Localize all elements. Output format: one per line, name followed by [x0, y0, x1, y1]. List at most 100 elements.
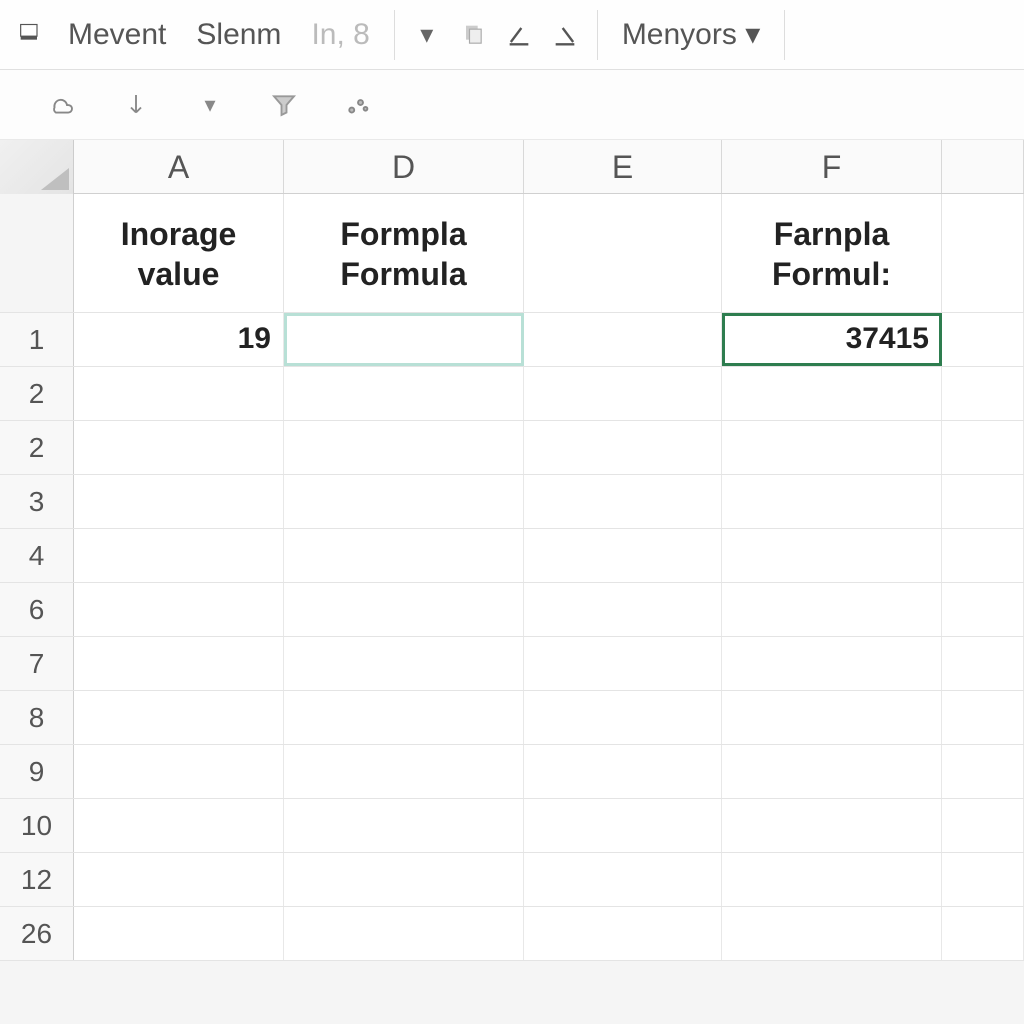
- cell-F1[interactable]: 37415: [722, 313, 942, 366]
- cell[interactable]: [942, 637, 1024, 690]
- cell[interactable]: [74, 637, 284, 690]
- cell-E1[interactable]: [524, 313, 722, 366]
- cell[interactable]: [942, 421, 1024, 474]
- cell[interactable]: [74, 529, 284, 582]
- row-header[interactable]: 2: [0, 367, 74, 420]
- cell[interactable]: [524, 745, 722, 798]
- cell[interactable]: [74, 745, 284, 798]
- col-header-F[interactable]: F: [722, 140, 942, 193]
- underline-right-icon[interactable]: [545, 15, 585, 55]
- cell[interactable]: [524, 907, 722, 960]
- cell[interactable]: [284, 583, 524, 636]
- cell[interactable]: [524, 583, 722, 636]
- cell[interactable]: [524, 637, 722, 690]
- row-header[interactable]: 9: [0, 745, 74, 798]
- cell[interactable]: [524, 799, 722, 852]
- cell[interactable]: [942, 367, 1024, 420]
- col-header-next[interactable]: [942, 140, 1024, 193]
- table-row: 2: [0, 367, 1024, 421]
- cell[interactable]: [942, 691, 1024, 744]
- row-header[interactable]: 2: [0, 421, 74, 474]
- cell[interactable]: [284, 907, 524, 960]
- ribbon-item-mevent[interactable]: Mevent: [56, 14, 178, 56]
- chevron-down-icon[interactable]: ▾: [407, 15, 447, 55]
- cell[interactable]: [722, 421, 942, 474]
- cell[interactable]: [942, 853, 1024, 906]
- cell[interactable]: [74, 853, 284, 906]
- row-header[interactable]: 8: [0, 691, 74, 744]
- cell[interactable]: [74, 367, 284, 420]
- cell[interactable]: [74, 421, 284, 474]
- sort-arrow-icon[interactable]: [114, 83, 158, 127]
- cell[interactable]: [284, 853, 524, 906]
- col-header-A[interactable]: A: [74, 140, 284, 193]
- cell[interactable]: [284, 691, 524, 744]
- cell[interactable]: [942, 907, 1024, 960]
- cell[interactable]: [722, 583, 942, 636]
- cell-G1[interactable]: [942, 313, 1024, 366]
- copy-icon[interactable]: [453, 15, 493, 55]
- filter-funnel-icon[interactable]: [262, 83, 306, 127]
- ribbon-item-in8[interactable]: In, 8: [299, 14, 381, 56]
- col-header-E[interactable]: E: [524, 140, 722, 193]
- cell[interactable]: [524, 367, 722, 420]
- row-header[interactable]: 26: [0, 907, 74, 960]
- cell[interactable]: [284, 745, 524, 798]
- cell[interactable]: [524, 691, 722, 744]
- cell[interactable]: [722, 745, 942, 798]
- cell[interactable]: [74, 799, 284, 852]
- row-header-1[interactable]: 1: [0, 313, 74, 366]
- cell[interactable]: [524, 529, 722, 582]
- cell[interactable]: [524, 853, 722, 906]
- cell[interactable]: [524, 475, 722, 528]
- row-header[interactable]: 4: [0, 529, 74, 582]
- col-header-D[interactable]: D: [284, 140, 524, 193]
- cell[interactable]: [722, 691, 942, 744]
- header-cell-A[interactable]: Inorage value: [74, 194, 284, 312]
- cell-D1[interactable]: [284, 313, 524, 366]
- header-cell-E[interactable]: [524, 194, 722, 312]
- scatter-icon[interactable]: [336, 83, 380, 127]
- select-all-corner[interactable]: [0, 140, 74, 194]
- cell[interactable]: [524, 421, 722, 474]
- cell[interactable]: [284, 421, 524, 474]
- cell[interactable]: [722, 475, 942, 528]
- cell[interactable]: [284, 529, 524, 582]
- row-header[interactable]: 10: [0, 799, 74, 852]
- row-header[interactable]: 12: [0, 853, 74, 906]
- chevron-down-icon[interactable]: ▾: [188, 83, 232, 127]
- cell[interactable]: [284, 637, 524, 690]
- row-header-blank[interactable]: [0, 194, 74, 312]
- underline-left-icon[interactable]: [499, 15, 539, 55]
- row-header[interactable]: 7: [0, 637, 74, 690]
- cloud-sync-icon[interactable]: [40, 83, 84, 127]
- cell[interactable]: [74, 907, 284, 960]
- header-cell-F[interactable]: Farnpla Formul:: [722, 194, 942, 312]
- cell[interactable]: [74, 691, 284, 744]
- cell[interactable]: [942, 475, 1024, 528]
- spreadsheet-grid[interactable]: A D E F Inorage value Formpla Formula Fa…: [0, 140, 1024, 961]
- cell[interactable]: [284, 475, 524, 528]
- cell[interactable]: [722, 853, 942, 906]
- cell[interactable]: [722, 367, 942, 420]
- cell[interactable]: [74, 475, 284, 528]
- header-cell-next[interactable]: [942, 194, 1024, 312]
- ribbon-item-slenm[interactable]: Slenm: [184, 14, 293, 56]
- cell[interactable]: [722, 907, 942, 960]
- row-header[interactable]: 3: [0, 475, 74, 528]
- cell[interactable]: [942, 799, 1024, 852]
- cell-A1[interactable]: 19: [74, 313, 284, 366]
- ribbon-item-menyors[interactable]: Menyors ▾: [610, 13, 772, 56]
- cell[interactable]: [942, 745, 1024, 798]
- cell[interactable]: [722, 799, 942, 852]
- cell[interactable]: [722, 529, 942, 582]
- cell[interactable]: [284, 367, 524, 420]
- cell[interactable]: [942, 583, 1024, 636]
- cell[interactable]: [74, 583, 284, 636]
- cell[interactable]: [722, 637, 942, 690]
- paint-bucket-icon[interactable]: [10, 15, 50, 55]
- row-header[interactable]: 6: [0, 583, 74, 636]
- cell[interactable]: [942, 529, 1024, 582]
- header-cell-D[interactable]: Formpla Formula: [284, 194, 524, 312]
- cell[interactable]: [284, 799, 524, 852]
